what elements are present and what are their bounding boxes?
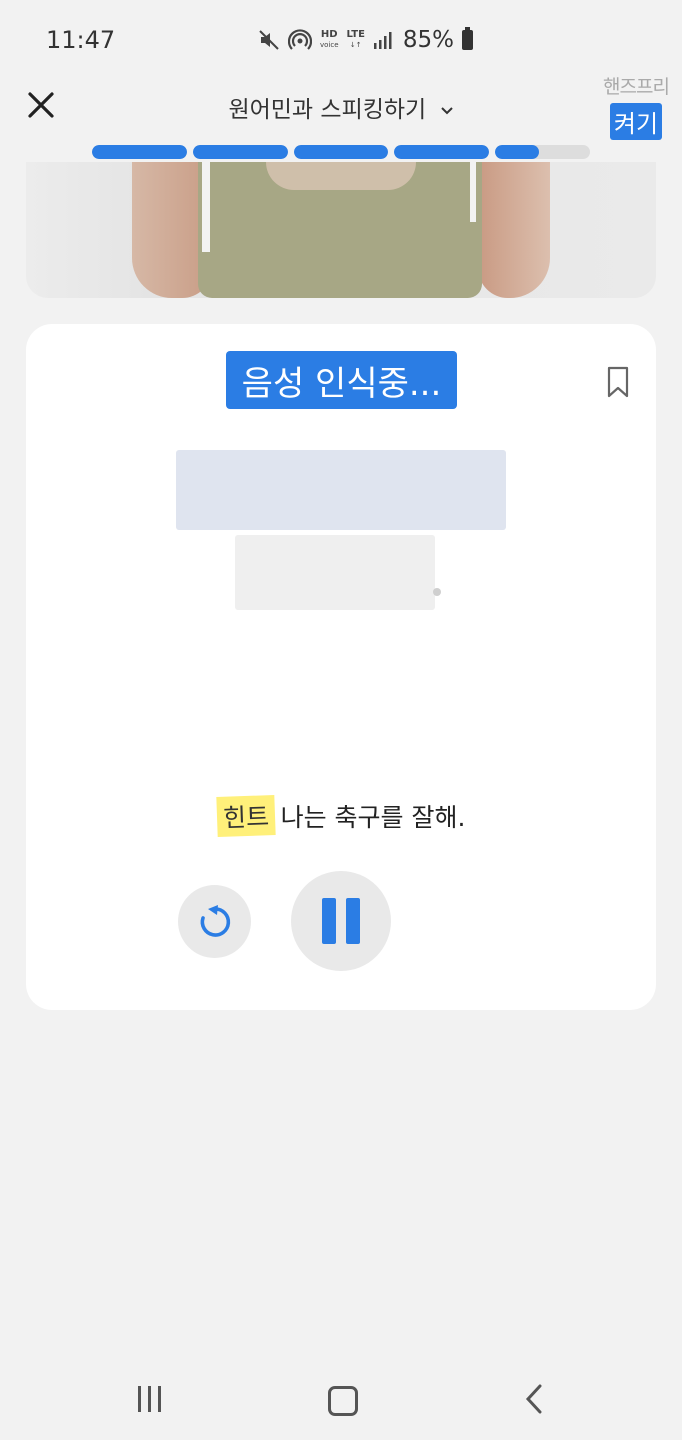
signal-icon	[373, 32, 392, 49]
battery-icon	[462, 27, 474, 50]
battery-percent: 85%	[402, 27, 455, 53]
replay-button[interactable]	[178, 885, 251, 958]
pause-icon	[322, 898, 336, 944]
hidden-punctuation	[433, 588, 441, 596]
progress-segment	[192, 145, 288, 159]
status-time: 11:47	[46, 26, 116, 54]
progress-segment	[92, 145, 187, 159]
progress-segment	[495, 145, 590, 159]
lesson-progress	[92, 145, 590, 159]
speaking-card: 음성 인식중... 힌트 나는 축구를 잘해.	[26, 324, 656, 1010]
progress-segment	[293, 145, 389, 159]
chevron-down-icon	[440, 106, 453, 114]
hidden-translation-block	[235, 535, 435, 610]
lte-icon: LTE ↓↑	[346, 29, 365, 50]
hidden-sentence-block	[176, 450, 506, 530]
lesson-title: 원어민과 스피킹하기	[228, 97, 427, 123]
mute-icon	[259, 30, 279, 50]
hd-voice-icon: HD voice	[320, 29, 339, 50]
handsfree-control[interactable]: 핸즈프리 켜기	[598, 72, 674, 140]
home-button[interactable]	[328, 1386, 358, 1416]
status-badge: 음성 인식중...	[226, 351, 457, 409]
handsfree-toggle[interactable]: 켜기	[609, 103, 663, 140]
speaker-video	[26, 162, 656, 298]
bookmark-icon[interactable]	[606, 366, 630, 398]
replay-icon	[200, 904, 230, 937]
status-icons: HD voice LTE ↓↑ 85%	[258, 27, 474, 53]
progress-segment	[394, 145, 490, 159]
pause-icon-bar	[346, 898, 360, 944]
recent-apps-button[interactable]	[138, 1386, 161, 1412]
hotspot-icon	[288, 29, 312, 50]
status-bar: 11:47 HD voice LTE ↓↑ 85%	[0, 0, 682, 80]
back-button[interactable]	[520, 1382, 550, 1416]
pause-button[interactable]	[291, 871, 391, 971]
hint-tag: 힌트	[215, 794, 276, 838]
hint-line: 힌트 나는 축구를 잘해.	[26, 794, 656, 838]
lesson-title-dropdown[interactable]: 원어민과 스피킹하기	[0, 90, 682, 124]
system-nav-bar	[0, 1370, 682, 1430]
hint-text: 나는 축구를 잘해.	[280, 803, 466, 832]
handsfree-label: 핸즈프리	[603, 76, 670, 98]
